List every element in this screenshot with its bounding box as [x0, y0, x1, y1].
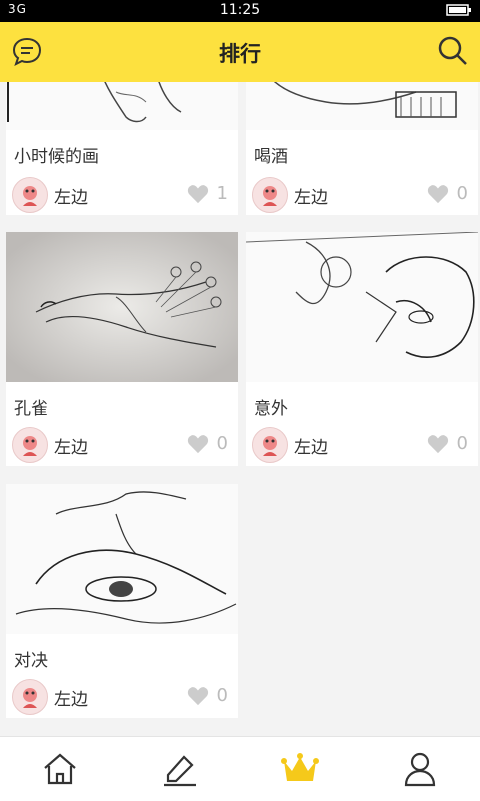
profile-icon: [404, 752, 436, 787]
like-count: 0: [216, 433, 228, 454]
avatar[interactable]: [12, 177, 48, 213]
artwork-title: 意外: [254, 399, 288, 419]
artwork-title: 小时候的画: [14, 147, 99, 167]
artwork-thumbnail[interactable]: [246, 232, 478, 382]
author-name: 左边: [294, 187, 328, 208]
artwork-card[interactable]: 对决 左边 0: [6, 484, 238, 718]
artwork-thumbnail[interactable]: [6, 484, 238, 634]
artwork-card[interactable]: 喝酒 左边 0: [246, 82, 478, 215]
author-name: 左边: [54, 689, 88, 710]
like-count: 1: [216, 183, 228, 204]
author-row[interactable]: 左边: [252, 427, 328, 463]
author-row[interactable]: 左边: [252, 177, 328, 213]
search-icon: [438, 36, 467, 65]
artwork-card[interactable]: 小时候的画 左边 1: [6, 82, 238, 215]
avatar[interactable]: [12, 679, 48, 715]
heart-icon: [187, 434, 208, 453]
author-row[interactable]: 左边: [12, 427, 88, 463]
artwork-thumbnail[interactable]: [246, 82, 478, 130]
crown-icon: [281, 753, 319, 781]
author-row[interactable]: 左边: [12, 679, 88, 715]
artwork-title: 孔雀: [14, 399, 48, 419]
artwork-card[interactable]: 孔雀 左边 0: [6, 232, 238, 466]
status-bar: 3G 11:25: [0, 0, 480, 22]
author-name: 左边: [54, 187, 88, 208]
artwork-grid: 小时候的画 左边 1 喝酒 左边 0 孔雀 左边 0 意外 左边 0 对决 左边…: [0, 82, 480, 736]
artwork-thumbnail[interactable]: [6, 232, 238, 382]
like-button[interactable]: 0: [187, 433, 228, 454]
search-button[interactable]: [436, 34, 470, 68]
avatar[interactable]: [252, 177, 288, 213]
author-name: 左边: [294, 437, 328, 458]
page-title: 排行: [219, 42, 261, 66]
app-bar: 排行: [0, 22, 480, 82]
tab-home[interactable]: [40, 749, 80, 789]
like-count: 0: [216, 685, 228, 706]
author-row[interactable]: 左边: [12, 177, 88, 213]
like-button[interactable]: 1: [187, 183, 228, 204]
author-name: 左边: [54, 437, 88, 458]
like-count: 0: [456, 433, 468, 454]
heart-icon: [427, 434, 448, 453]
tab-draw[interactable]: [160, 749, 200, 789]
artwork-thumbnail[interactable]: [6, 82, 238, 130]
draw-icon: [164, 755, 196, 787]
bottom-tab-bar: [0, 736, 480, 801]
battery-icon: [446, 3, 472, 21]
avatar[interactable]: [12, 427, 48, 463]
artwork-title: 对决: [14, 651, 48, 671]
like-button[interactable]: 0: [427, 183, 468, 204]
heart-icon: [427, 184, 448, 203]
like-count: 0: [456, 183, 468, 204]
status-time: 11:25: [219, 2, 261, 18]
heart-icon: [187, 686, 208, 705]
avatar[interactable]: [252, 427, 288, 463]
tab-ranking[interactable]: [280, 749, 320, 789]
home-icon: [44, 753, 76, 785]
artwork-card[interactable]: 意外 左边 0: [246, 232, 478, 466]
heart-icon: [187, 184, 208, 203]
like-button[interactable]: 0: [427, 433, 468, 454]
tab-profile[interactable]: [400, 749, 440, 789]
like-button[interactable]: 0: [187, 685, 228, 706]
artwork-title: 喝酒: [254, 147, 288, 167]
